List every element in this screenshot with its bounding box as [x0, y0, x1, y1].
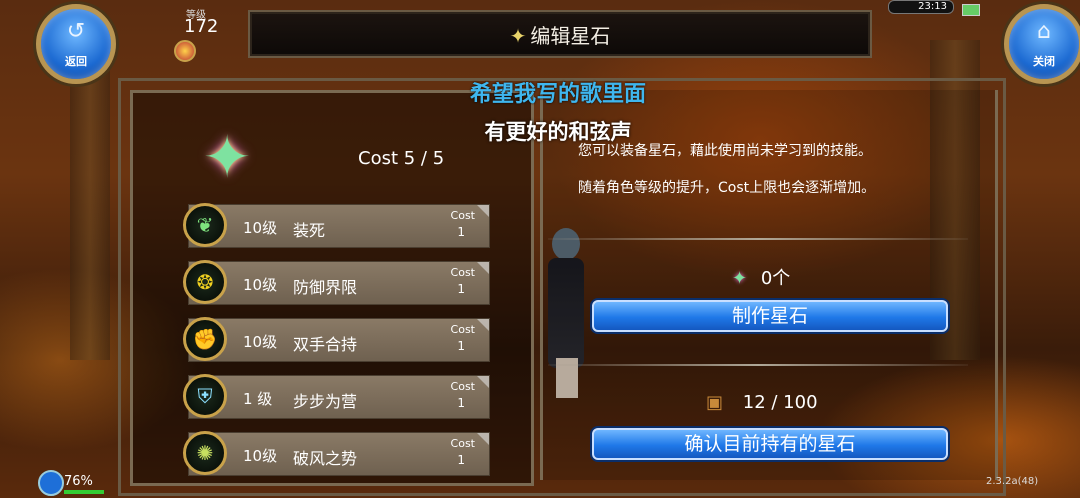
cost-total: Cost 5 / 5 [358, 148, 445, 169]
corner-mark [477, 376, 489, 388]
corner-mark [477, 205, 489, 217]
divider [548, 238, 968, 240]
skill-level: 10级 [243, 333, 278, 351]
back-button-label: 返回 [65, 55, 87, 68]
star-count: 0个 [760, 268, 791, 289]
battery-percent: 76% [64, 474, 93, 489]
battery-bar [64, 490, 104, 494]
corner-mark [477, 262, 489, 274]
skill-name: 双手合持 [293, 335, 358, 354]
skill-name: 防御界限 [293, 278, 358, 297]
make-star-button[interactable]: 制作星石 [592, 300, 948, 332]
status-orb-icon [38, 470, 64, 496]
skill-row[interactable]: ⛨ 1 级 步步为营 Cost 1 [183, 374, 490, 419]
divider [548, 364, 968, 366]
close-button[interactable]: ⌂ 关闭 [1004, 4, 1080, 84]
shield-step-icon: ⛨ [183, 374, 227, 418]
home-icon: ⌂ [1037, 19, 1051, 44]
skill-level: 10级 [243, 276, 278, 294]
corner-mark [477, 433, 489, 445]
star-gem-icon: ✦ [509, 24, 527, 48]
yellow-ring-icon: ❂ [183, 260, 227, 304]
star-count-row: ✦ 0个 [732, 264, 790, 290]
skill-cost-label: Cost [450, 437, 475, 450]
bag-count-row: ▣ 12 / 100 [706, 392, 818, 413]
medal-icon [174, 40, 196, 62]
skill-cost-value: 1 [457, 339, 465, 353]
battery-icon [962, 4, 980, 16]
skill-level: 10级 [243, 219, 278, 237]
lyric-line-2: 有更好的和弦声 [484, 120, 632, 144]
skill-cost-label: Cost [450, 266, 475, 279]
green-swirl-icon: ❦ [183, 203, 227, 247]
skill-level: 10级 [243, 447, 278, 465]
skill-cost-label: Cost [450, 323, 475, 336]
skill-cost-value: 1 [457, 282, 465, 296]
close-button-label: 关闭 [1033, 55, 1055, 68]
skill-cost-label: Cost [450, 209, 475, 222]
level-value: 172 [184, 16, 219, 37]
version-text: 2.3.2a(48) [986, 476, 1039, 487]
skill-row[interactable]: ❂ 10级 防御界限 Cost 1 [183, 260, 490, 305]
corner-mark [477, 319, 489, 331]
skill-cost-value: 1 [457, 225, 465, 239]
fist-icon: ✊ [183, 317, 227, 361]
skill-row[interactable]: ✊ 10级 双手合持 Cost 1 [183, 317, 490, 362]
clock: 23:13 [888, 0, 954, 14]
skill-row[interactable]: ✺ 10级 破风之势 Cost 1 [183, 431, 490, 476]
description-line-2: 随着角色等级的提升，Cost上限也会逐渐增加。 [578, 180, 876, 196]
skill-cost-value: 1 [457, 453, 465, 467]
confirm-stars-button[interactable]: 确认目前持有的星石 [592, 428, 948, 460]
wind-figure-icon: ✺ [183, 431, 227, 475]
page-title: ✦ 编辑星石 [509, 24, 611, 48]
back-button[interactable]: ↺ 返回 [36, 4, 116, 84]
back-arrow-icon: ↺ [66, 19, 86, 44]
bag-icon: ▣ [706, 392, 724, 413]
skill-cost-label: Cost [450, 380, 475, 393]
skill-row[interactable]: ❦ 10级 装死 Cost 1 [183, 203, 490, 248]
skill-name: 破风之势 [293, 449, 358, 468]
lyric-line-1: 希望我写的歌里面 [469, 82, 646, 107]
star-gem-small-icon: ✦ [732, 268, 748, 289]
skill-level: 1 级 [243, 390, 273, 408]
title-bar: ✦ 编辑星石 [248, 10, 872, 58]
skill-name: 步步为营 [293, 392, 358, 411]
skill-name: 装死 [293, 221, 326, 240]
bag-count: 12 / 100 [742, 392, 818, 413]
skill-cost-value: 1 [457, 396, 465, 410]
